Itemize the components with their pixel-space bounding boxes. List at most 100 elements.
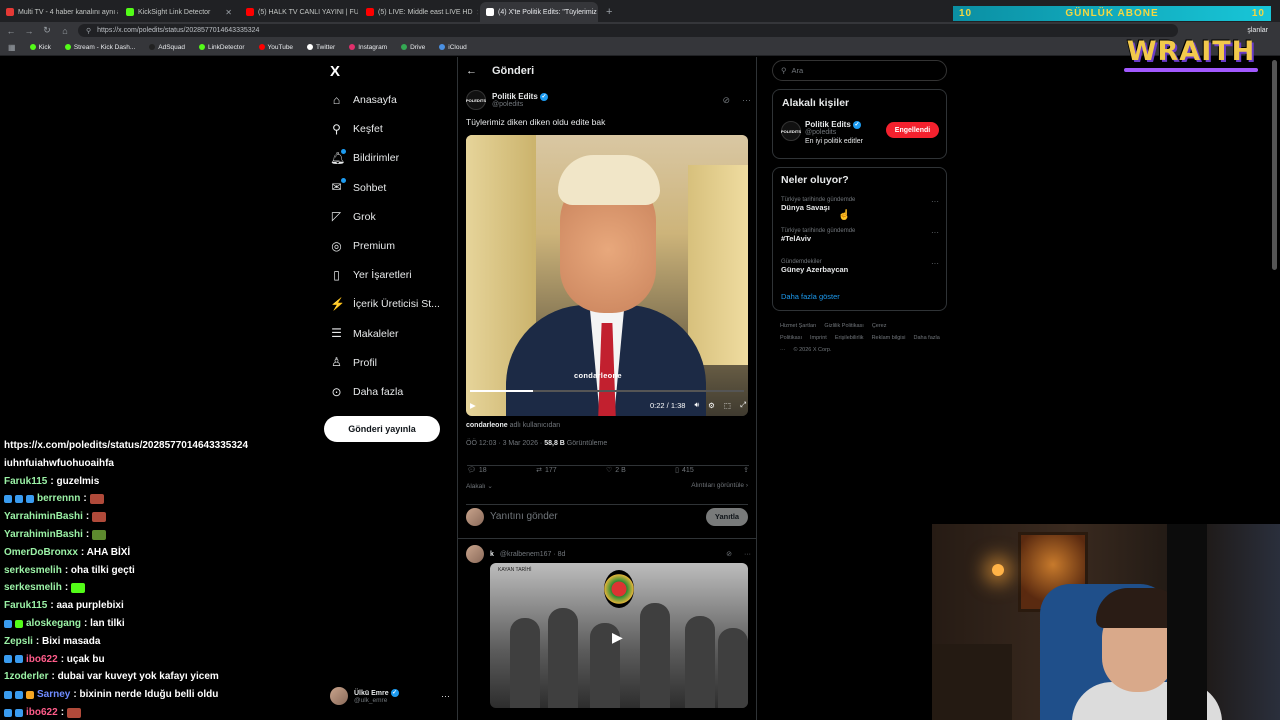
trend-item[interactable]: Türkiye tarihinde gündemde Dünya Savaşı ··…	[781, 197, 941, 212]
show-more-link[interactable]: Daha fazla göster	[781, 292, 840, 301]
chat-username[interactable]: aloskegang	[26, 618, 81, 629]
play-icon[interactable]: ▶	[612, 629, 623, 646]
more-icon[interactable]: ···	[931, 228, 939, 237]
bookmark-item[interactable]: Drive	[401, 44, 425, 51]
footer-link[interactable]: Hizmet Şartları	[780, 323, 816, 329]
apps-icon[interactable]: ▦	[8, 43, 16, 52]
chat-username[interactable]: Zepsli	[4, 636, 33, 647]
x-logo[interactable]: X	[330, 63, 346, 80]
sidebar-item[interactable]: ✉ Sohbet	[330, 178, 386, 198]
bookmark-item[interactable]: LinkDetector	[199, 44, 245, 51]
emote-icon	[89, 493, 104, 504]
back-arrow-icon[interactable]: ←	[466, 65, 477, 77]
chat-username[interactable]: Sarney	[37, 689, 70, 700]
reply-author-name[interactable]: k	[490, 551, 494, 558]
chat-username[interactable]: berrennn	[37, 493, 80, 504]
bookmark-item[interactable]: YouTube	[258, 44, 293, 51]
address-bar[interactable]: ⚲ https://x.com/poledits/status/20285770…	[78, 24, 1178, 37]
sidebar-item[interactable]: ⌂ Anasayfa	[330, 90, 397, 110]
more-icon[interactable]: ···	[931, 197, 939, 206]
chat-username[interactable]: OmerDoBronxx	[4, 547, 78, 558]
sidebar-item[interactable]: ☰ Makaleler	[330, 324, 398, 344]
browser-tab[interactable]: KickSight Link Detector ✕	[120, 2, 238, 22]
sidebar-item[interactable]: ♙ Profil	[330, 353, 377, 373]
bookmark-item[interactable]: AdSquad	[149, 44, 185, 51]
reload-icon[interactable]: ↻	[42, 25, 52, 36]
grok-icon[interactable]: ⊘	[726, 550, 732, 558]
chat-username[interactable]: ibo622	[26, 707, 58, 718]
bookmark-item[interactable]: Twitter	[307, 44, 335, 51]
trend-item[interactable]: Gündemdekiler Güney Azerbaycan ···	[781, 259, 941, 274]
chat-username[interactable]: 1zoderler	[4, 671, 48, 682]
footer-link[interactable]: Imprint	[810, 335, 827, 341]
grok-icon[interactable]: ⊘	[722, 95, 730, 106]
browser-tab[interactable]: (5) HALK TV CANLI YAYINI | FULL HD✕	[240, 2, 358, 22]
video-progress-bar[interactable]	[470, 390, 744, 392]
chat-username[interactable]: serkesmelih	[4, 565, 62, 576]
bookmark-item[interactable]: Instagram	[349, 44, 387, 51]
new-tab-button[interactable]: +	[600, 2, 618, 22]
sort-dropdown[interactable]: Alakalı ⌄	[466, 482, 493, 490]
sidebar-item[interactable]: 🔔︎ Bildirimler	[330, 148, 399, 168]
chat-username[interactable]: serkesmelih	[4, 582, 62, 593]
scrollbar[interactable]	[1272, 60, 1277, 270]
more-icon[interactable]: ···	[742, 95, 751, 105]
browser-tab[interactable]: (4) X'te Politik Edits: "Tüylerimiz dike…	[480, 2, 598, 22]
share-action[interactable]: ⇪	[743, 466, 749, 474]
reply-input[interactable]: Yanıtını gönder	[490, 511, 558, 522]
bookmark-item[interactable]: Stream - Kick Dash...	[64, 44, 135, 51]
chat-username[interactable]: YarrahiminBashi	[4, 511, 83, 522]
sidebar-item[interactable]: ◸ Grok	[330, 207, 376, 227]
sidebar-item[interactable]: ⚡ İçerik Üreticisi St...	[330, 294, 440, 314]
chat-message: berrennn:	[4, 493, 104, 504]
repost-action[interactable]: ⇄ 177	[536, 466, 557, 475]
blocked-button[interactable]: Engellendi	[886, 122, 939, 138]
footer-link[interactable]: Gizlilik Politikası	[824, 323, 863, 329]
footer-link[interactable]: © 2026 X Corp.	[794, 347, 832, 353]
trend-item[interactable]: Türkiye tarihinde gündemde #TelAviv ···	[781, 228, 941, 243]
sidebar-item[interactable]: ◎ Premium	[330, 236, 395, 256]
browser-tab[interactable]: (5) LIVE: Middle east LIVE HD ✕	[360, 2, 478, 22]
like-action[interactable]: ♡ 2 B	[606, 466, 626, 475]
browser-tab[interactable]: Multi TV - 4 haber kanalını aynı anda✕	[0, 2, 118, 22]
volume-icon[interactable]: 🔊︎	[694, 400, 699, 410]
post-button[interactable]: Gönderi yayınla	[324, 416, 440, 442]
search-input[interactable]: ⚲ Ara	[772, 60, 947, 81]
more-icon[interactable]: ···	[744, 551, 751, 558]
chat-username[interactable]: Faruk115	[4, 600, 47, 611]
fullscreen-icon[interactable]: ⤢	[740, 400, 746, 410]
related-avatar[interactable]: POLEDITS	[781, 121, 801, 141]
chat-username[interactable]: YarrahiminBashi	[4, 529, 83, 540]
forward-icon[interactable]: →	[24, 26, 34, 36]
more-icon[interactable]: ···	[931, 259, 939, 268]
reply-button[interactable]: Yanıtla	[706, 507, 748, 526]
settings-icon[interactable]: ⚙	[708, 401, 715, 410]
related-name[interactable]: Politik Edits	[805, 120, 851, 129]
footer-link[interactable]: Reklam bilgisi	[872, 335, 906, 341]
bookmark-action[interactable]: ▯ 415	[675, 466, 694, 475]
author-name[interactable]: Politik Edits	[492, 92, 538, 101]
sidebar-item[interactable]: ⚲ Keşfet	[330, 119, 383, 139]
back-icon[interactable]: ←	[6, 26, 16, 36]
chat-username[interactable]: Faruk115	[4, 476, 47, 487]
chat-username[interactable]: ibo622	[26, 654, 58, 665]
tweet-timestamp[interactable]: ÖÖ 12:03 · 3 Mar 2026 ·	[466, 440, 542, 447]
sidebar-item[interactable]: ▯ Yer İşaretleri	[330, 265, 411, 285]
account-switcher[interactable]: Ülkü Emre ✓ @ulk_emre ···	[330, 684, 450, 708]
author-avatar[interactable]: POLEDITS	[466, 90, 486, 110]
footer-link[interactable]: Erişilebilirlik	[835, 335, 864, 341]
site-info-icon[interactable]: ⚲	[86, 27, 91, 35]
view-quotes-link[interactable]: Alıntıları görüntüle ›	[691, 482, 748, 490]
play-icon[interactable]: ▶	[470, 401, 476, 410]
avatar[interactable]	[466, 545, 484, 563]
home-browser-icon[interactable]: ⌂	[60, 26, 70, 36]
bookmark-item[interactable]: iCloud	[439, 44, 467, 51]
close-icon[interactable]: ✕	[225, 8, 232, 17]
more-icon[interactable]: ···	[441, 691, 450, 701]
credit-user[interactable]: condarleone	[466, 422, 508, 429]
close-icon[interactable]: ✕	[477, 8, 478, 17]
bookmark-item[interactable]: Kick	[29, 44, 51, 51]
crop-icon[interactable]: ⬚	[724, 401, 731, 410]
reply-action[interactable]: 💬︎ 18	[467, 466, 487, 475]
sidebar-item[interactable]: ⊙ Daha fazla	[330, 382, 403, 402]
